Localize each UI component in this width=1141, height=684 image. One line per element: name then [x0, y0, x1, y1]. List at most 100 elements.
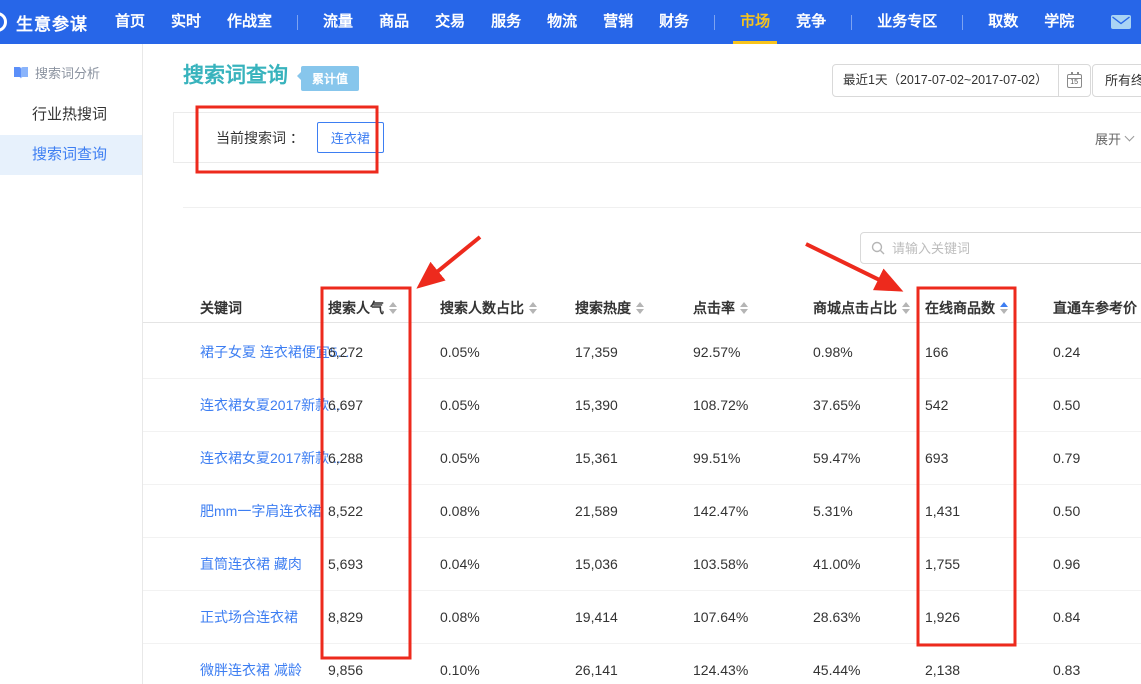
cell-value: 0.05%	[440, 397, 575, 413]
keyword-link[interactable]: 裙子女夏 连衣裙便宜5...	[200, 342, 328, 362]
table-row: 连衣裙女夏2017新款...6,6970.05%15,390108.72%37.…	[143, 379, 1141, 432]
column-header[interactable]: 搜索热度	[575, 298, 693, 318]
page-title: 搜索词查询	[183, 59, 288, 89]
nav-item[interactable]: 物流	[534, 0, 590, 44]
cell-value: 2,138	[925, 662, 1053, 678]
keyword-link[interactable]: 连衣裙女夏2017新款...	[200, 448, 328, 468]
cell-value: 26,141	[575, 662, 693, 678]
sort-icon[interactable]	[1000, 302, 1008, 314]
column-label: 在线商品数	[925, 298, 995, 318]
nav-separator	[851, 15, 852, 30]
cell-value: 1,431	[925, 503, 1053, 519]
nav-item[interactable]: 市场	[727, 0, 783, 44]
cell-value: 0.08%	[440, 609, 575, 625]
table-row: 肥mm一字肩连衣裙8,5220.08%21,589142.47%5.31%1,4…	[143, 485, 1141, 538]
cumulative-badge: 累计值	[301, 66, 359, 91]
sort-icon[interactable]	[636, 302, 644, 314]
cell-value: 59.47%	[813, 450, 925, 466]
nav-item[interactable]: 交易	[422, 0, 478, 44]
nav-item[interactable]: 竞争	[783, 0, 839, 44]
nav-separator	[714, 15, 715, 30]
cell-value: 0.79	[1053, 450, 1141, 466]
keyword-link[interactable]: 微胖连衣裙 减龄	[200, 660, 328, 680]
cell-value: 0.84	[1053, 609, 1141, 625]
sidebar-item[interactable]: 行业热搜词	[0, 95, 142, 135]
keyword-link[interactable]: 正式场合连衣裙	[200, 607, 328, 627]
cell-value: 0.05%	[440, 450, 575, 466]
keyword-link[interactable]: 连衣裙女夏2017新款...	[200, 395, 328, 415]
cell-value: 9,856	[328, 662, 440, 678]
nav-separator	[962, 15, 963, 30]
nav-item[interactable]: 取数	[975, 0, 1031, 44]
column-header[interactable]: 商城点击占比	[813, 298, 925, 318]
keyword-search[interactable]	[860, 232, 1141, 264]
cell-value: 0.05%	[440, 344, 575, 360]
date-range-label[interactable]: 最近1天（2017-07-02~2017-07-02）	[833, 65, 1058, 96]
column-label: 商城点击占比	[813, 298, 897, 318]
sort-icon[interactable]	[740, 302, 748, 314]
nav-item[interactable]: 营销	[590, 0, 646, 44]
cell-value: 5.31%	[813, 503, 925, 519]
keyword-link[interactable]: 直筒连衣裙 藏肉	[200, 554, 328, 574]
cell-value: 124.43%	[693, 662, 813, 678]
expand-toggle[interactable]: 展开	[1095, 129, 1133, 148]
date-range-picker[interactable]: 最近1天（2017-07-02~2017-07-02） 15	[832, 64, 1091, 97]
current-keyword-bar: 当前搜索词 ： 连衣裙	[173, 112, 1141, 163]
sidebar-section: 搜索词分析	[0, 44, 142, 82]
cell-value: 0.04%	[440, 556, 575, 572]
terminal-filter-button[interactable]: 所有终端	[1092, 64, 1141, 97]
cell-value: 8,829	[328, 609, 440, 625]
nav-item[interactable]: 作战室	[214, 0, 285, 44]
cell-value: 41.00%	[813, 556, 925, 572]
nav-item[interactable]: 流量	[310, 0, 366, 44]
column-header[interactable]: 搜索人气	[328, 298, 440, 318]
mail-icon[interactable]	[1111, 15, 1131, 34]
cell-value: 0.50	[1053, 397, 1141, 413]
cell-value: 693	[925, 450, 1053, 466]
sort-icon[interactable]	[902, 302, 910, 314]
nav-item[interactable]: 财务	[646, 0, 702, 44]
table-row: 直筒连衣裙 藏肉5,6930.04%15,036103.58%41.00%1,7…	[143, 538, 1141, 591]
nav-item[interactable]: 业务专区	[864, 0, 950, 44]
cell-value: 15,036	[575, 556, 693, 572]
column-header[interactable]: 搜索人数占比	[440, 298, 575, 318]
table-row: 裙子女夏 连衣裙便宜5...6,2720.05%17,35992.57%0.98…	[143, 326, 1141, 379]
nav-item[interactable]: 学院	[1031, 0, 1087, 44]
sort-icon[interactable]	[529, 302, 537, 314]
table-header: 关键词搜索人气搜索人数占比搜索热度 点击率商城点击占比 在线商品数 直通车参考价	[143, 293, 1141, 323]
keyword-link[interactable]: 肥mm一字肩连衣裙	[200, 501, 328, 521]
nav-item[interactable]: 商品	[366, 0, 422, 44]
column-header: 关键词	[200, 298, 328, 318]
cell-value: 0.08%	[440, 503, 575, 519]
cell-value: 0.96	[1053, 556, 1141, 572]
cell-value: 6,697	[328, 397, 440, 413]
annotation-arrow-search-popularity	[421, 237, 480, 285]
nav-separator	[297, 15, 298, 30]
column-header[interactable]: 直通车参考价	[1053, 298, 1141, 318]
cell-value: 542	[925, 397, 1053, 413]
calendar-button[interactable]: 15	[1058, 65, 1090, 96]
sidebar-items: 行业热搜词搜索词查询	[0, 95, 142, 175]
column-label: 搜索热度	[575, 298, 631, 318]
main-content: 搜索词查询 累计值 最近1天（2017-07-02~2017-07-02） 15…	[143, 44, 1141, 684]
app-logo[interactable]: 生意参谋	[16, 10, 88, 35]
table-body: 裙子女夏 连衣裙便宜5...6,2720.05%17,35992.57%0.98…	[143, 326, 1141, 684]
cell-value: 0.24	[1053, 344, 1141, 360]
nav-item[interactable]: 首页	[102, 0, 158, 44]
column-header[interactable]: 在线商品数	[925, 298, 1053, 318]
sidebar-item[interactable]: 搜索词查询	[0, 135, 142, 175]
column-label: 直通车参考价	[1053, 298, 1137, 318]
table-row: 连衣裙女夏2017新款...6,2880.05%15,36199.51%59.4…	[143, 432, 1141, 485]
sort-icon[interactable]	[389, 302, 397, 314]
search-input[interactable]	[892, 241, 1122, 256]
chevron-down-icon	[1125, 132, 1135, 142]
search-icon	[871, 241, 885, 255]
table-row: 正式场合连衣裙8,8290.08%19,414107.64%28.63%1,92…	[143, 591, 1141, 644]
sidebar: 搜索词分析 行业热搜词搜索词查询	[0, 44, 143, 684]
cell-value: 108.72%	[693, 397, 813, 413]
current-keyword-label: 当前搜索词 ：	[216, 128, 304, 148]
nav-item[interactable]: 服务	[478, 0, 534, 44]
column-header[interactable]: 点击率	[693, 298, 813, 318]
nav-item[interactable]: 实时	[158, 0, 214, 44]
keyword-tag[interactable]: 连衣裙	[317, 122, 384, 153]
